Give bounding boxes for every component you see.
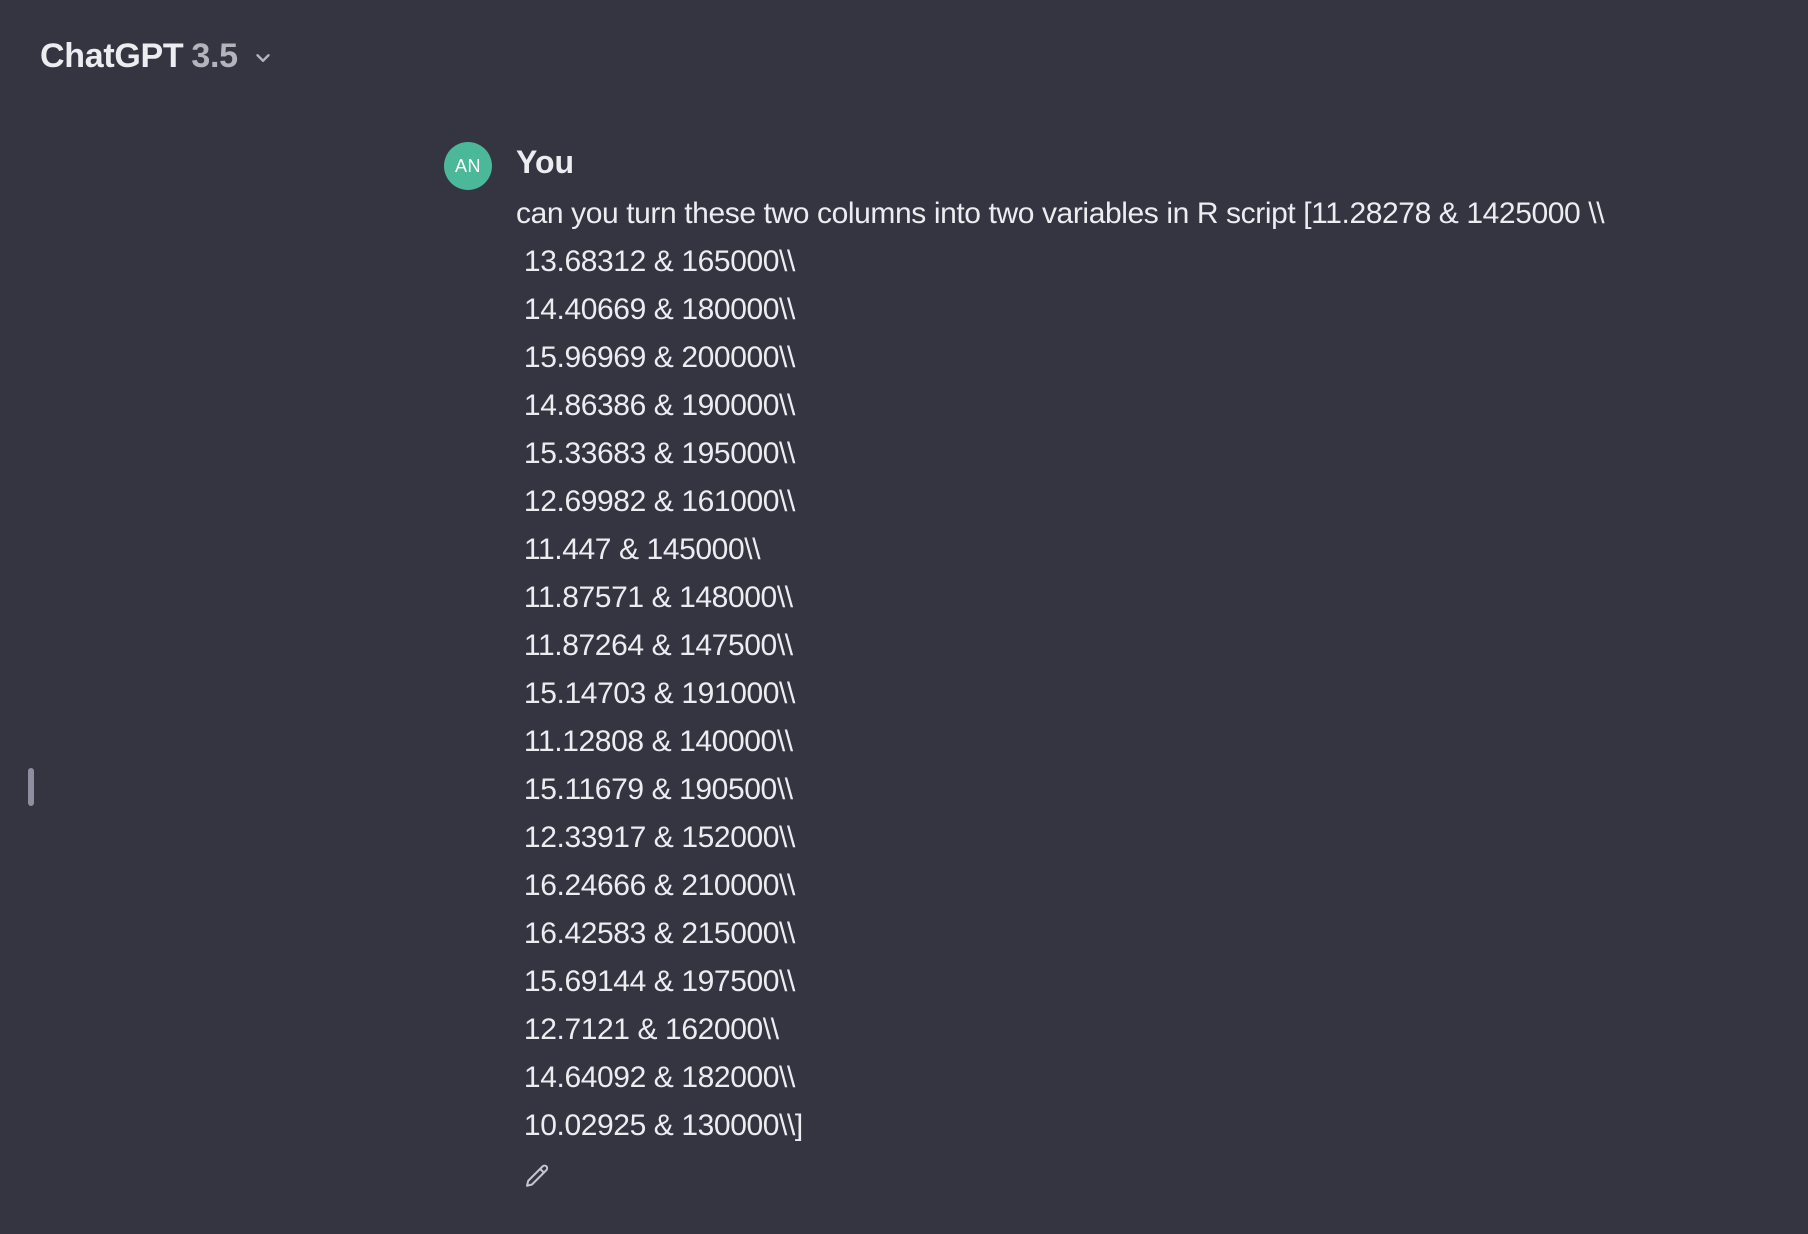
model-selector[interactable]: ChatGPT 3.5 — [40, 30, 274, 82]
message-line: 12.33917 & 152000\\ — [516, 821, 795, 854]
message-line: 15.96969 & 200000\\ — [516, 341, 795, 374]
message-line: 15.33683 & 195000\\ — [516, 437, 795, 470]
avatar: AN — [444, 142, 492, 190]
message-author: You — [516, 144, 575, 180]
app-name: ChatGPT — [40, 36, 184, 75]
message-line: 16.42583 & 215000\\ — [516, 917, 795, 950]
message-line: 11.12808 & 140000\\ — [516, 725, 793, 758]
message-line: 11.87264 & 147500\\ — [516, 629, 793, 662]
message-line: 11.447 & 145000\\ — [516, 533, 761, 566]
message-line: 16.24666 & 210000\\ — [516, 869, 795, 902]
message-line: 15.69144 & 197500\\ — [516, 965, 795, 998]
message-line: 13.68312 & 165000\\ — [516, 245, 795, 278]
message-line: 10.02925 & 130000\\] — [516, 1109, 803, 1142]
message-line: 12.7121 & 162000\\ — [516, 1013, 779, 1046]
message-line: can you turn these two columns into two … — [516, 197, 1605, 230]
message-line: 11.87571 & 148000\\ — [516, 581, 793, 614]
message-line: 14.64092 & 182000\\ — [516, 1061, 795, 1094]
message-text: can you turn these two columns into two … — [516, 190, 1756, 1150]
message-line: 15.14703 & 191000\\ — [516, 677, 795, 710]
message-line: 12.69982 & 161000\\ — [516, 485, 795, 518]
message-line: 14.86386 & 190000\\ — [516, 389, 795, 422]
message-line: 15.11679 & 190500\\ — [516, 773, 793, 806]
message-line: 14.40669 & 180000\\ — [516, 293, 795, 326]
chevron-down-icon[interactable] — [252, 47, 274, 69]
pencil-icon — [522, 1162, 552, 1197]
model-version: 3.5 — [191, 36, 238, 75]
sidebar-resize-handle[interactable] — [28, 768, 34, 806]
edit-message-button[interactable] — [520, 1162, 554, 1196]
